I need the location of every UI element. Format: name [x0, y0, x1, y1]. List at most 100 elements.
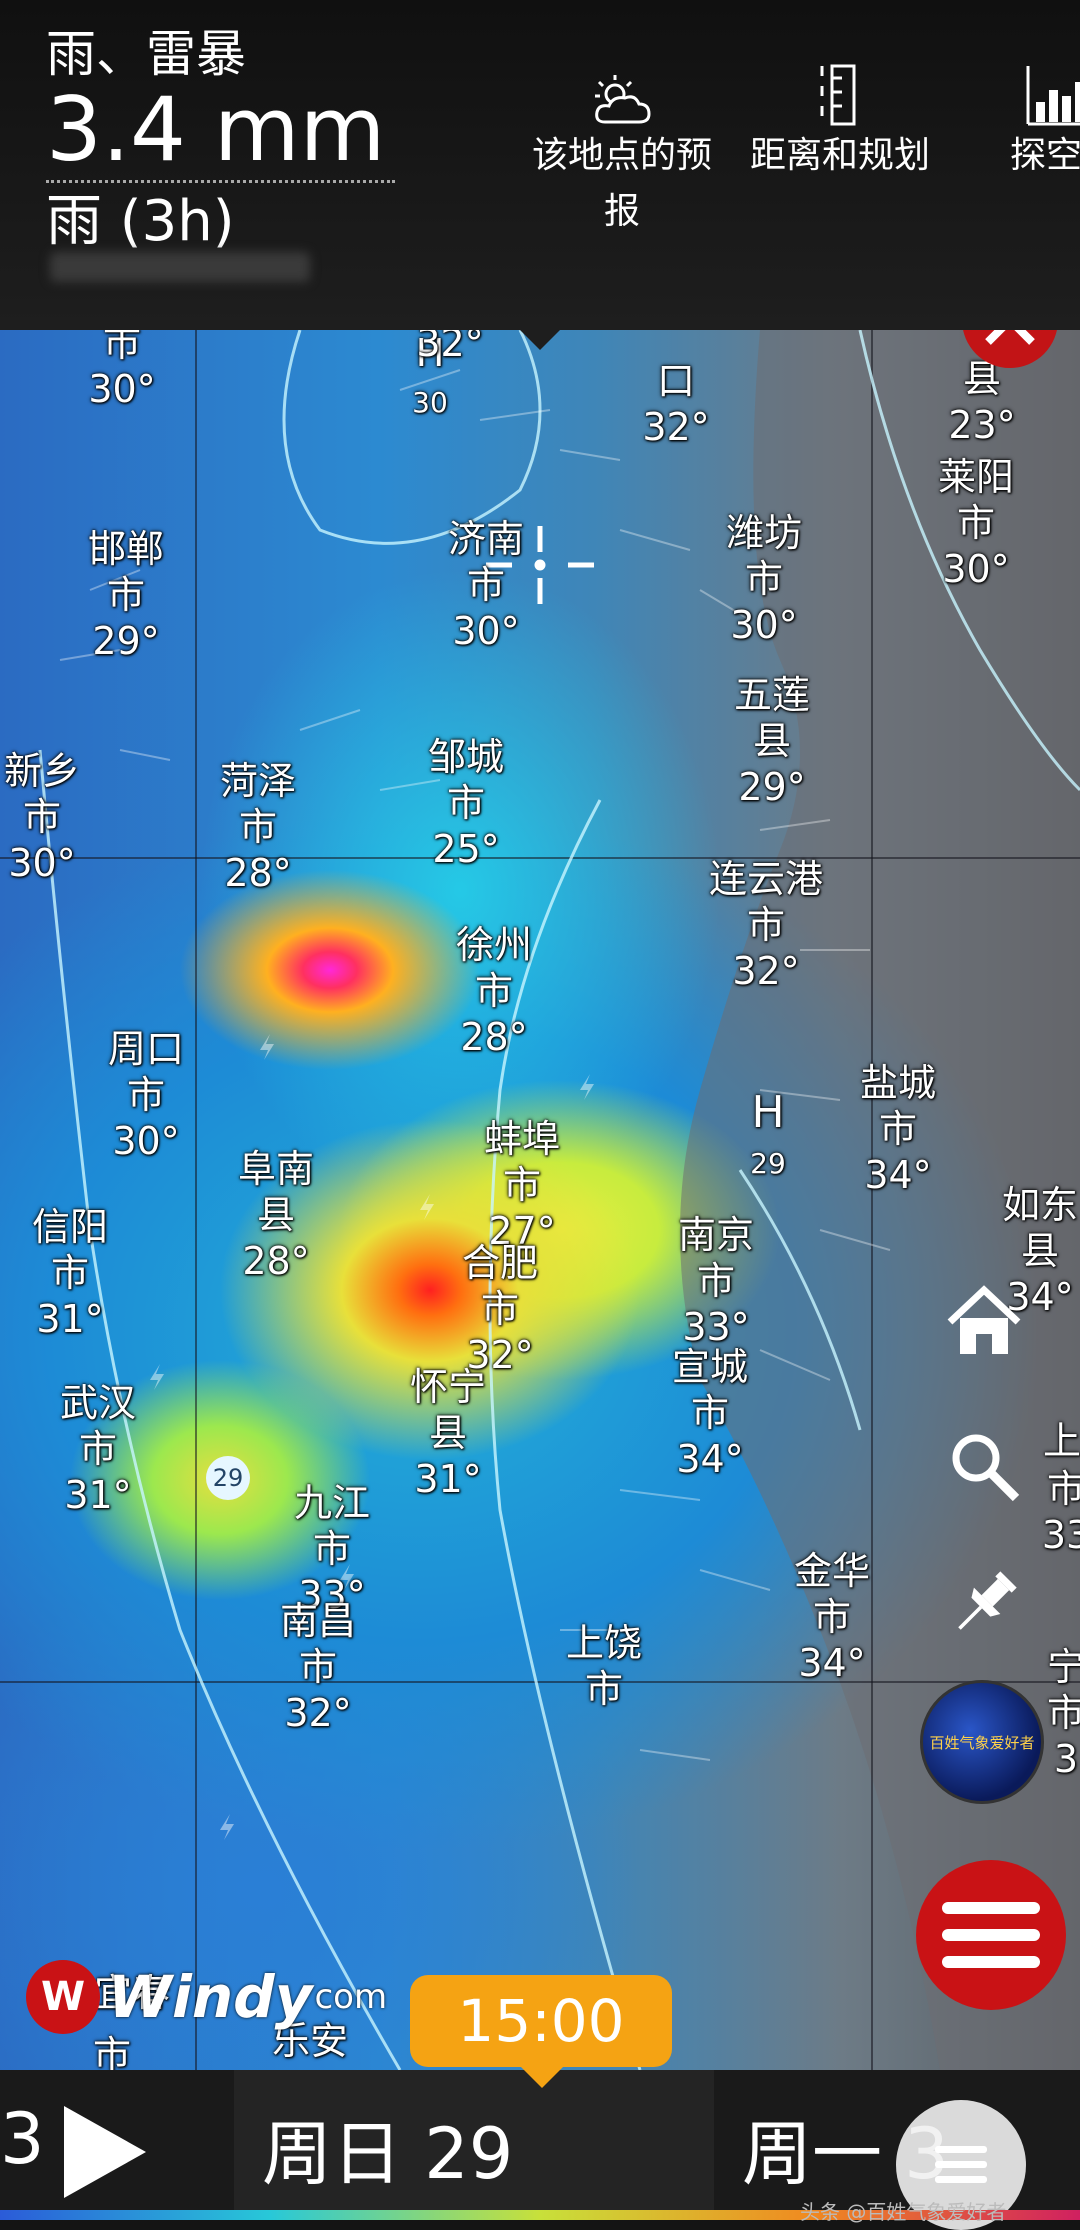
city-type: 市 [474, 969, 514, 1013]
city-label[interactable]: 市 33 [1042, 1466, 1080, 1558]
globe-avatar[interactable]: 百姓气象爱好者 [920, 1680, 1044, 1804]
city-name: 蚌埠 [483, 1117, 561, 1161]
forecast-for-location-button[interactable]: 该地点的预报 [520, 56, 724, 240]
city-type: 市 [92, 2033, 132, 2070]
city-temp: 33 [1041, 1513, 1080, 1557]
city-label[interactable]: 怀宁 县 31° [410, 1364, 486, 1502]
city-type: 市 [446, 781, 486, 825]
city-temp: 32° [416, 330, 484, 365]
city-label[interactable]: 济南 市 30° [448, 516, 524, 654]
city-name: 阜南 [237, 1147, 315, 1191]
bar-chart-icon [1010, 56, 1080, 128]
city-label[interactable]: 徐州 市 28° [456, 922, 532, 1060]
city-type: 市 [878, 1107, 918, 1151]
precipitation-period: 雨 (3h) [46, 189, 235, 254]
city-label[interactable]: 金华 市 34° [794, 1548, 870, 1686]
city-temp: 31° [414, 1457, 482, 1501]
city-name: 口 [656, 359, 696, 403]
weather-type-label: 雨、雷暴 [46, 25, 246, 83]
city-label[interactable]: 上饶 市 [566, 1620, 642, 1712]
city-label[interactable]: 市 30° [88, 330, 155, 412]
home-button[interactable] [944, 1280, 1024, 1360]
city-label[interactable]: 宁 市 3 [1047, 1644, 1080, 1782]
city-type: 市 [584, 1667, 624, 1711]
city-label[interactable]: 菏泽 市 28° [220, 758, 296, 896]
precipitation-amount[interactable]: 3.4 mm [46, 80, 396, 183]
city-temp: 29° [92, 619, 160, 663]
city-label[interactable]: 邹城 市 25° [428, 734, 504, 872]
forecast-for-location-label: 该地点的预报 [531, 135, 712, 232]
time-pointer [520, 2066, 564, 2088]
current-time-badge[interactable]: 15:00 [410, 1975, 672, 2067]
city-name: 连云港 [708, 857, 824, 901]
city-label[interactable]: 武汉 市 31° [60, 1380, 136, 1518]
city-label[interactable]: 连云港 市 32° [709, 856, 823, 994]
city-label[interactable]: 上 [1043, 1418, 1080, 1464]
city-label[interactable]: 新乡 市 30° [4, 748, 80, 886]
city-name: 宁 [1046, 1645, 1080, 1689]
city-name: 邯郸 [87, 527, 165, 571]
blurred-location-text [50, 252, 310, 282]
watermark: 头条 @百姓气象爱好者 [800, 2200, 1007, 2224]
current-day-label[interactable]: 周日 29 [262, 2098, 513, 2199]
city-label[interactable]: 周口 市 30° [108, 1026, 184, 1164]
city-type: 市 [102, 330, 142, 365]
windy-logo-text: Windy [108, 1963, 313, 2031]
pressure-value: 29 [750, 1147, 786, 1180]
weather-map[interactable]: H 30 H 29 29 市 30° 市 32° 口 32° 县 23° 莱阳 … [0, 330, 1080, 2070]
city-label[interactable]: 市 32° [416, 330, 483, 366]
city-label[interactable]: 莱阳 市 30° [938, 454, 1014, 592]
city-label[interactable]: 南昌 市 32° [280, 1598, 356, 1736]
city-label[interactable]: 盐城 市 34° [860, 1060, 936, 1198]
city-temp: 32° [284, 1691, 352, 1735]
city-type: 市 [1046, 1691, 1080, 1735]
pin-button[interactable] [944, 1564, 1024, 1644]
city-name: 潍坊 [725, 511, 803, 555]
globe-label: 百姓气象爱好者 [929, 1733, 1035, 1752]
menu-button[interactable] [916, 1860, 1066, 2010]
city-temp: 34° [798, 1641, 866, 1685]
city-label[interactable]: 阜南 县 28° [238, 1146, 314, 1284]
city-label[interactable]: 邯郸 市 29° [88, 526, 164, 664]
city-name: 莱阳 [937, 455, 1015, 499]
city-name: 五莲 [733, 673, 811, 717]
city-type: 市 [812, 1595, 852, 1639]
city-type: 县 [752, 719, 792, 763]
city-type: 市 [78, 1427, 118, 1471]
city-name: 徐州 [455, 923, 533, 967]
city-label[interactable]: 潍坊 市 30° [726, 510, 802, 648]
city-label[interactable]: 信阳 市 31° [32, 1204, 108, 1342]
city-type: 县 [1020, 1229, 1060, 1273]
city-temp: 28° [460, 1015, 528, 1059]
city-label[interactable]: 合肥 市 32° [462, 1240, 538, 1378]
city-label[interactable]: 五莲 县 29° [734, 672, 810, 810]
city-name: 南京 [677, 1213, 755, 1257]
city-label[interactable]: 蚌埠 市 27° [484, 1116, 560, 1254]
previous-day-label[interactable]: 3 [0, 2098, 45, 2180]
city-temp: 31° [36, 1297, 104, 1341]
pressure-value: 30 [412, 386, 448, 419]
city-label[interactable]: 南京 市 33° [678, 1212, 754, 1350]
city-name: 周口 [107, 1027, 185, 1071]
play-icon[interactable] [64, 2106, 146, 2198]
pin-icon [958, 1571, 1017, 1630]
city-type: 市 [956, 501, 996, 545]
city-label[interactable]: 县 23° [948, 356, 1015, 448]
city-label[interactable]: 口 32° [642, 358, 709, 450]
search-button[interactable] [944, 1426, 1024, 1506]
windy-logo: W Windy com [26, 1960, 387, 2034]
city-label[interactable]: 宣城 市 34° [672, 1344, 748, 1482]
city-temp: 30° [452, 609, 520, 653]
pressure-high-marker: H 29 [750, 1090, 786, 1187]
city-type: 市 [480, 1287, 520, 1331]
city-name: 新乡 [3, 749, 81, 793]
city-name: 合肥 [461, 1241, 539, 1285]
distance-planning-button[interactable]: 距离和规划 [740, 56, 940, 184]
city-type: 县 [428, 1411, 468, 1455]
city-temp: 30° [730, 603, 798, 647]
sounding-button[interactable]: 探空 [1010, 56, 1080, 184]
city-temp: 31° [64, 1473, 132, 1517]
distance-planning-label: 距离和规划 [749, 135, 930, 176]
sounding-label: 探空 [1010, 135, 1080, 176]
city-temp: 25° [432, 827, 500, 871]
